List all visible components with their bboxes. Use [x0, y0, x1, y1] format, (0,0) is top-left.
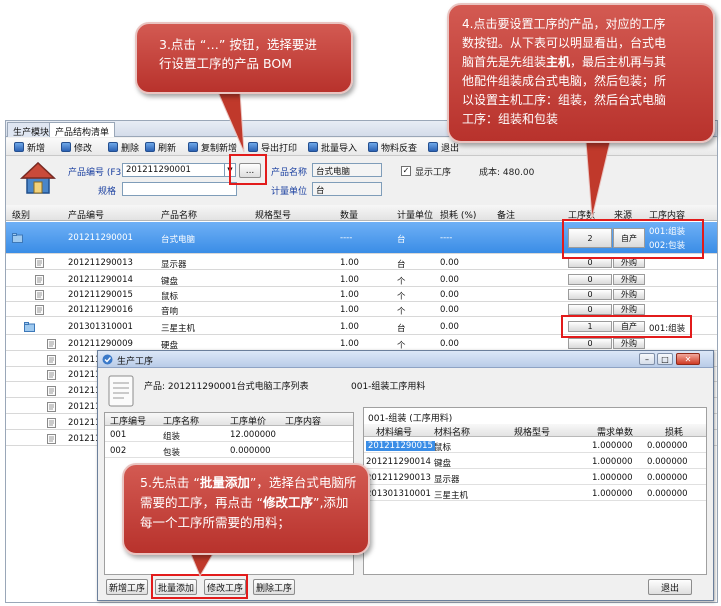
callout-4-line: 工序：组装和包装 [462, 112, 559, 126]
callout-3-line-1: 3.点击 “…” 按钮，选择要进 [159, 37, 317, 52]
callout-4-line: 他配件组装成台式电脑，然后包装；所 [462, 74, 667, 88]
callout-4-line: 数按钮。从下表可以明显看出，台式电 [462, 36, 667, 50]
callout-step-3: 3.点击 “…” 按钮，选择要进 行设置工序的产品 BOM [135, 22, 353, 94]
callout-4-line: 脑首先是先组装主机，最后主机再与其 [462, 55, 667, 69]
callout-3-line-2: 行设置工序的产品 BOM [159, 56, 292, 71]
callout-4-emphasis: 主机 [546, 55, 571, 69]
callout-step-5: 5.先点击 “批量添加”，选择台式电脑所需要的工序，再点击 “修改工序”,添加每… [122, 463, 370, 555]
callout-4-line: 4.点击要设置工序的产品，对应的工序 [462, 17, 666, 31]
callout-4-line: 以设置主机工序：组装，然后台式电脑 [462, 93, 667, 107]
callout-5-emphasis: 修改工 [262, 495, 301, 510]
callout-step-4: 4.点击要设置工序的产品，对应的工序 数按钮。从下表可以明显看出，台式电 脑首先… [447, 3, 715, 143]
callout-5-emphasis: 批量添加 [199, 475, 250, 490]
